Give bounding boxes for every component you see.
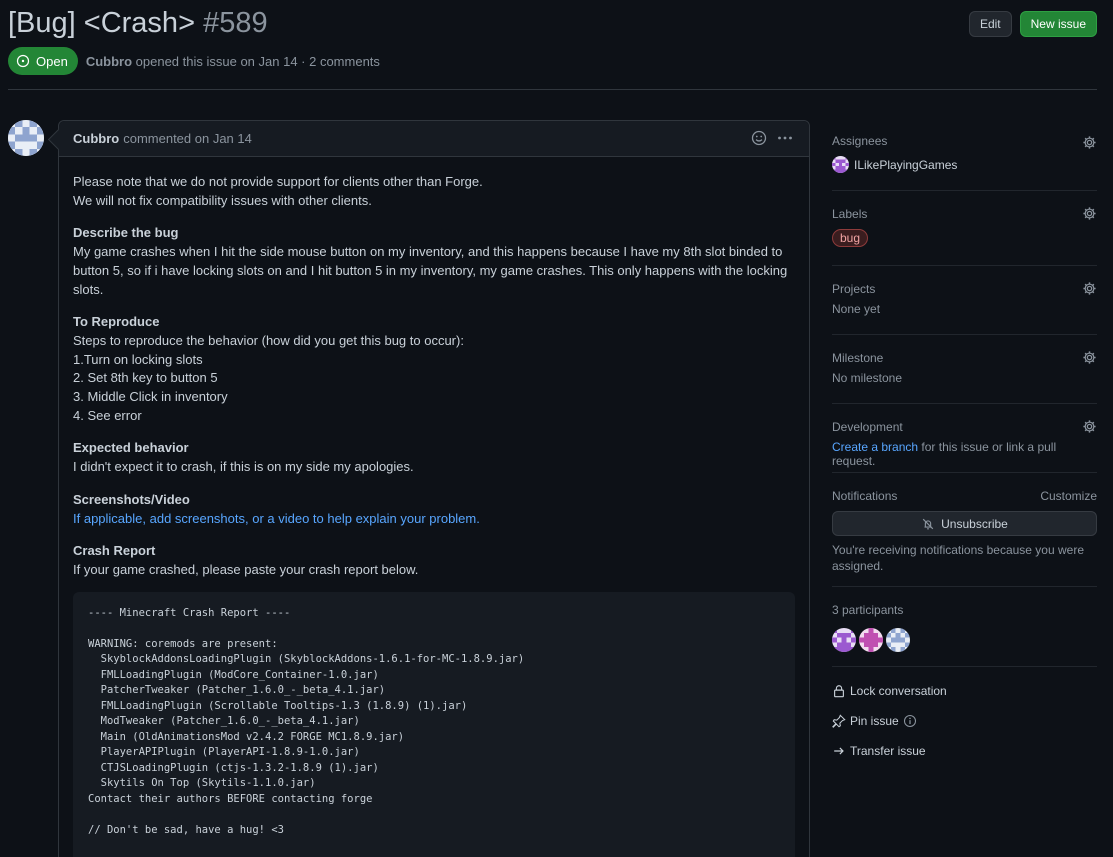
issue-title-text: [Bug] <Crash> <box>8 7 195 39</box>
participant-avatar[interactable] <box>886 628 910 652</box>
pin-icon <box>832 714 846 728</box>
projects-title: Projects <box>832 282 876 296</box>
note-paragraph: Please note that we do not provide suppo… <box>73 173 795 210</box>
identicon-icon <box>8 120 44 156</box>
crash-text: If your game crashed, please paste your … <box>73 561 419 577</box>
projects-value: None yet <box>832 302 881 316</box>
header-divider <box>8 89 1097 90</box>
assignees-section: Assignees ILikePlayingGames <box>832 120 1097 191</box>
milestone-value: No milestone <box>832 371 903 385</box>
expected-section: Expected behavior I didn't expect it to … <box>73 439 795 476</box>
unsubscribe-button[interactable]: Unsubscribe <box>832 511 1097 536</box>
avatar[interactable] <box>8 120 44 156</box>
smiley-icon[interactable] <box>751 130 767 146</box>
lock-conversation-action[interactable]: Lock conversation <box>832 681 1097 701</box>
notifications-section: Notifications Customize Unsubscribe You'… <box>832 473 1097 587</box>
gear-icon[interactable] <box>1082 206 1097 221</box>
note-line-1: Please note that we do not provide suppo… <box>73 174 483 189</box>
step-item: 3. Middle Click in inventory <box>73 389 228 405</box>
issue-sidebar: Assignees ILikePlayingGames Labels bug P… <box>832 120 1097 761</box>
labels-section: Labels bug <box>832 191 1097 266</box>
pin-label: Pin issue <box>850 714 899 728</box>
comment-time[interactable]: commented on Jan 14 <box>123 131 252 146</box>
transfer-label: Transfer issue <box>850 744 926 758</box>
issue-header: [Bug] <Crash> #589 Edit New issue <box>8 4 1097 44</box>
meta-line: Cubbro opened this issue on Jan 14 · 2 c… <box>86 54 380 69</box>
label-row: bug <box>832 229 1097 247</box>
step-item: 2. Set 8th key to button 5 <box>73 370 218 386</box>
bell-slash-icon <box>922 518 934 529</box>
describe-section: Describe the bug My game crashes when I … <box>73 224 795 299</box>
reproduce-heading: To Reproduce <box>73 314 160 330</box>
projects-section: Projects None yet <box>832 266 1097 335</box>
assignee-avatar <box>832 156 849 173</box>
comment-actions <box>751 130 793 146</box>
development-text: Create a branch for this issue or link a… <box>832 440 1097 468</box>
participant-avatar[interactable] <box>832 628 856 652</box>
label-bug[interactable]: bug <box>832 229 869 247</box>
participants-list <box>832 628 1097 652</box>
milestone-title: Milestone <box>832 351 884 365</box>
meta-text: opened this issue on Jan 14 · 2 comments <box>135 53 380 69</box>
notification-reason: You're receiving notifications because y… <box>832 543 1084 573</box>
participant-avatar[interactable] <box>859 628 883 652</box>
gear-icon[interactable] <box>1082 281 1097 296</box>
expected-text: I didn't expect it to crash, if this is … <box>73 459 414 475</box>
customize-link[interactable]: Customize <box>1040 489 1097 503</box>
unsubscribe-label: Unsubscribe <box>941 516 1008 531</box>
reproduce-section: To Reproduce Steps to reproduce the beha… <box>73 313 795 425</box>
assignee-name[interactable]: ILikePlayingGames <box>854 158 957 172</box>
participants-title: 3 participants <box>832 603 904 617</box>
issue-open-icon <box>16 54 30 68</box>
screens-text: If applicable, add screenshots, or a vid… <box>73 510 480 526</box>
arrow-right-icon <box>834 747 844 755</box>
gear-icon[interactable] <box>1082 135 1097 150</box>
comment-body: Please note that we do not provide suppo… <box>59 157 809 857</box>
step-item: 4. See error <box>73 407 142 423</box>
crash-code-block[interactable]: ---- Minecraft Crash Report ---- WARNING… <box>73 591 795 857</box>
header-buttons: Edit New issue <box>968 11 1097 37</box>
edit-button[interactable]: Edit <box>968 11 1012 37</box>
expected-heading: Expected behavior <box>73 440 189 456</box>
info-icon[interactable] <box>903 714 917 728</box>
gear-icon[interactable] <box>1082 350 1097 365</box>
participants-section: 3 participants <box>832 587 1097 667</box>
issue-actions: Lock conversation Pin issue Transfer iss… <box>832 667 1097 761</box>
reproduce-intro: Steps to reproduce the behavior (how did… <box>73 332 464 348</box>
describe-heading: Describe the bug <box>73 225 179 241</box>
kebab-menu-icon[interactable] <box>777 130 793 146</box>
comment-box: Cubbro commented on Jan 14 Please note t… <box>58 120 810 857</box>
crash-heading: Crash Report <box>73 543 156 559</box>
issue-number: #589 <box>203 7 268 39</box>
screens-section: Screenshots/Video If applicable, add scr… <box>73 491 795 528</box>
crash-section: Crash Report If your game crashed, pleas… <box>73 542 795 579</box>
assignees-title: Assignees <box>832 134 888 148</box>
comment-header: Cubbro commented on Jan 14 <box>59 121 809 157</box>
gear-icon[interactable] <box>1082 419 1097 434</box>
transfer-issue-action[interactable]: Transfer issue <box>832 741 1097 761</box>
describe-text: My game crashes when I hit the side mous… <box>73 244 788 297</box>
comment-author[interactable]: Cubbro <box>73 131 119 146</box>
new-issue-button[interactable]: New issue <box>1019 11 1097 37</box>
lock-label: Lock conversation <box>850 684 947 698</box>
state-label: Open <box>36 53 68 69</box>
development-section: Development Create a branch for this iss… <box>832 404 1097 473</box>
development-title: Development <box>832 420 903 434</box>
note-line-2: We will not fix compatibility issues wit… <box>73 192 372 208</box>
meta-author[interactable]: Cubbro <box>86 54 132 69</box>
issue-meta: Open Cubbro opened this issue on Jan 14 … <box>8 47 380 75</box>
lock-icon <box>834 685 844 698</box>
screens-heading: Screenshots/Video <box>73 491 190 507</box>
create-branch-link[interactable]: Create a branch <box>832 440 918 454</box>
issue-title: [Bug] <Crash> #589 <box>8 4 1097 42</box>
state-badge: Open <box>8 47 78 75</box>
pin-issue-action[interactable]: Pin issue <box>832 711 1097 731</box>
assignee-row[interactable]: ILikePlayingGames <box>832 156 1097 173</box>
milestone-section: Milestone No milestone <box>832 335 1097 404</box>
step-item: 1.Turn on locking slots <box>73 351 203 367</box>
labels-title: Labels <box>832 207 868 221</box>
